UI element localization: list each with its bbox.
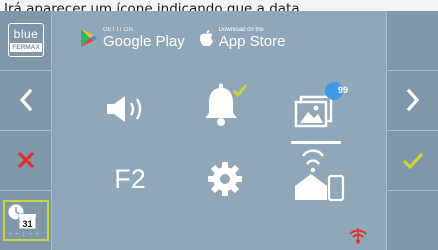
logo-cell: blue FERMAX <box>0 11 52 69</box>
sound-button[interactable] <box>100 87 160 131</box>
google-play-caption: GET IT ON <box>103 26 133 33</box>
google-play-name: Google Play <box>103 32 185 50</box>
home-wifi-phone-icon <box>295 149 345 202</box>
fermax-blue-logo: blue FERMAX <box>8 23 44 57</box>
gear-icon <box>208 162 242 196</box>
divider <box>0 190 52 191</box>
apple-icon <box>199 29 213 47</box>
speaker-icon <box>107 96 142 122</box>
next-button[interactable] <box>387 71 438 129</box>
previous-button[interactable] <box>0 71 52 129</box>
gallery-badge: 99 <box>337 85 348 95</box>
selected-underline <box>291 141 341 144</box>
close-icon <box>17 151 35 169</box>
app-store-badge[interactable]: Download on the App Store <box>199 26 286 50</box>
f2-button[interactable]: F2 <box>100 159 160 199</box>
accept-button[interactable] <box>387 131 438 189</box>
right-rail <box>386 11 438 250</box>
date-time-widget: 31 - - : - - <box>3 199 49 241</box>
google-play-icon <box>81 29 97 47</box>
app-store-name: App Store <box>218 32 286 50</box>
wifi-home-button[interactable] <box>285 147 355 203</box>
left-rail: blue FERMAX 31 - -: - - <box>0 11 52 250</box>
app-store-caption: Download on the <box>218 26 264 33</box>
store-badges: GET IT ON Google Play Download on the Ap… <box>80 23 299 53</box>
bell-check-icon <box>232 84 248 98</box>
google-play-badge[interactable]: GET IT ON Google Play <box>80 27 185 50</box>
monitor-screen: blue FERMAX 31 - -: - - GET IT ON Googl… <box>0 11 438 250</box>
date-time-button[interactable]: 31 - - : - - <box>0 192 52 248</box>
settings-button[interactable] <box>195 155 255 203</box>
logo-text-fermax: FERMAX <box>10 43 42 52</box>
bell-icon <box>205 83 248 126</box>
calendar-day: 31 <box>22 219 32 229</box>
gallery-button[interactable]: 99 <box>285 79 355 135</box>
divider <box>387 190 438 191</box>
wifi-off-icon <box>349 228 367 244</box>
cancel-button[interactable] <box>0 131 52 189</box>
date-time-icon: 31 <box>8 204 37 229</box>
bell-button[interactable] <box>195 79 255 131</box>
chevron-left-icon <box>19 89 33 111</box>
chevron-right-icon <box>406 89 420 111</box>
check-icon <box>402 152 424 170</box>
f2-label: F2 <box>114 163 146 194</box>
clock-placeholder: - - : - - <box>9 229 40 238</box>
wifi-status-indicator <box>346 225 370 247</box>
logo-text-blue: blue <box>13 27 39 41</box>
